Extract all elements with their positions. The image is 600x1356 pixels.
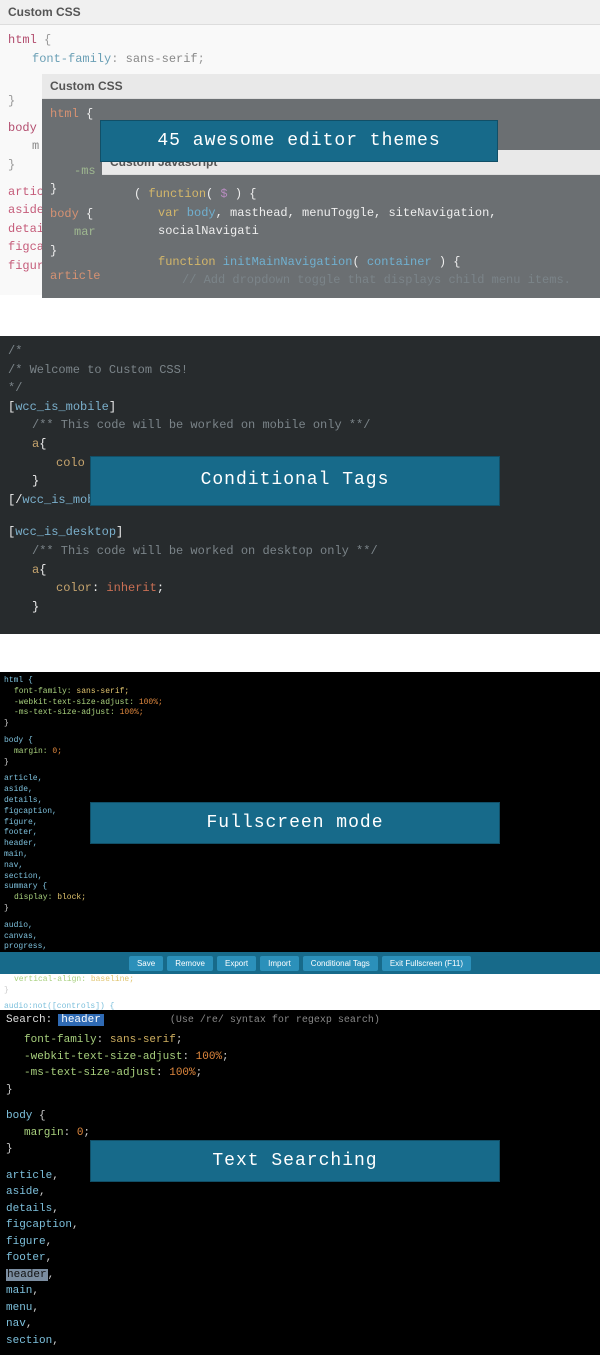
conditional-tags-section: /* /* Welcome to Custom CSS! */ [wcc_is_…: [0, 336, 600, 634]
callout-fullscreen: Fullscreen mode: [90, 802, 500, 844]
search-input[interactable]: header: [58, 1014, 104, 1026]
conditional-tags-button[interactable]: Conditional Tags: [303, 956, 378, 971]
editor-fullscreen: html { font-family: sans-serif; -webkit-…: [0, 672, 600, 1039]
callout-conditional: Conditional Tags: [90, 456, 500, 506]
exit-fullscreen-button[interactable]: Exit Fullscreen (F11): [382, 956, 471, 971]
search-bar: Search: header (Use /re/ syntax for rege…: [0, 1010, 600, 1030]
export-button[interactable]: Export: [217, 956, 256, 971]
fullscreen-section: html { font-family: sans-serif; -webkit-…: [0, 672, 600, 974]
save-button[interactable]: Save: [129, 956, 163, 971]
callout-themes: 45 awesome editor themes: [100, 120, 498, 162]
editor-search: font-family: sans-serif; -webkit-text-si…: [0, 1030, 600, 1351]
callout-search: Text Searching: [90, 1140, 500, 1182]
editor-conditional: /* /* Welcome to Custom CSS! */ [wcc_is_…: [0, 336, 600, 634]
remove-button[interactable]: Remove: [167, 956, 213, 971]
css-selector: html: [8, 33, 37, 47]
themes-section: Custom CSS html { font-family: sans-seri…: [0, 0, 600, 298]
search-hint: (Use /re/ syntax for regexp search): [170, 1015, 380, 1026]
fullscreen-toolbar: Save Remove Export Import Conditional Ta…: [0, 952, 600, 974]
editor-js: ( function( $ ) { var body, masthead, me…: [102, 175, 600, 295]
import-button[interactable]: Import: [260, 956, 299, 971]
text-searching-section: Search: header (Use /re/ syntax for rege…: [0, 1010, 600, 1355]
search-match-highlight: header: [6, 1269, 48, 1281]
panel-title-css-2: Custom CSS: [42, 74, 600, 99]
search-label: Search:: [6, 1014, 52, 1026]
panel-title-css-1: Custom CSS: [0, 0, 600, 25]
